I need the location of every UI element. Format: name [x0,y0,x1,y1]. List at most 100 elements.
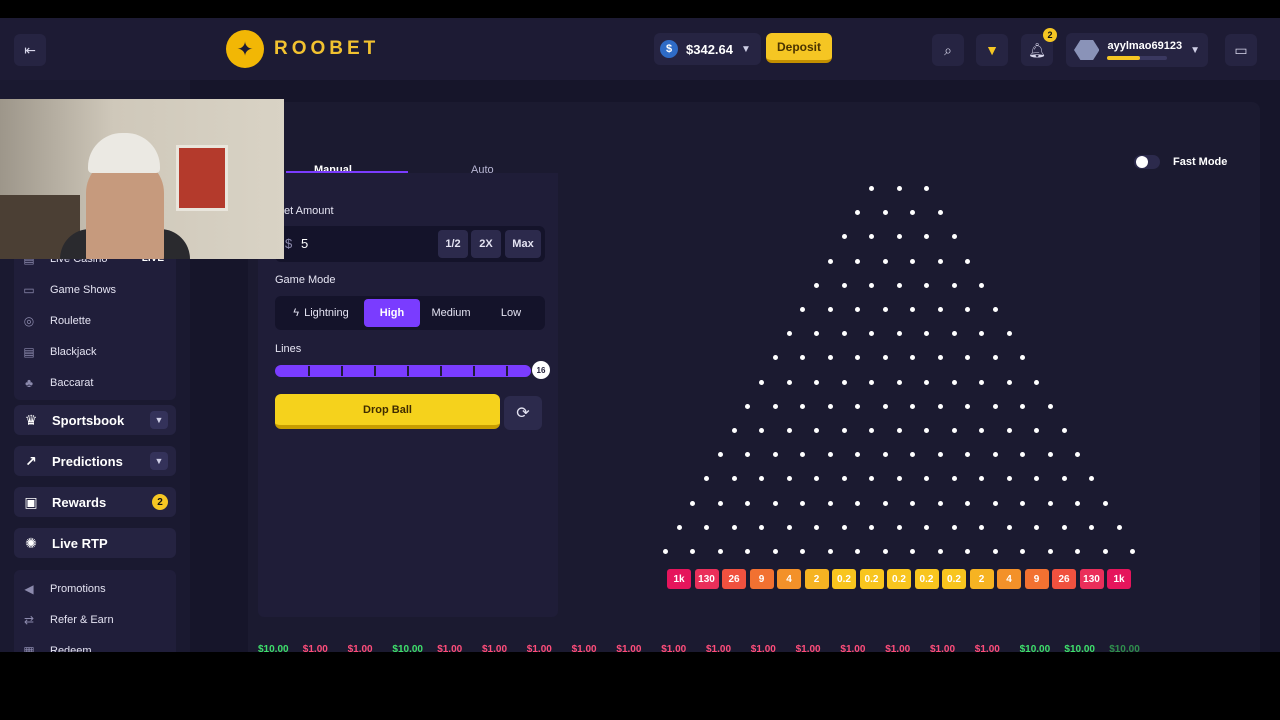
plinko-peg [1020,452,1026,458]
plinko-peg [1020,355,1026,361]
plinko-peg [869,186,874,191]
plinko-peg [1047,549,1053,554]
fast-mode-toggle[interactable] [1134,155,1160,169]
gift-icon: ▣ [24,493,38,510]
sidebar-item-blackjack[interactable]: ▤ Blackjack [14,336,176,367]
max-bet-button[interactable]: Max [505,230,541,258]
sidebar-item-baccarat[interactable]: ♣ Baccarat [14,367,176,398]
plinko-peg [869,282,874,288]
plinko-peg [965,500,971,506]
chevron-down-icon[interactable]: ▼ [150,411,168,429]
lines-slider-handle[interactable]: 16 [532,361,550,379]
deposit-button[interactable]: Deposit [766,33,832,63]
plinko-peg [745,452,751,458]
plinko-peg [937,403,943,409]
sidebar-item-sportsbook[interactable]: ♛ Sportsbook ▼ [14,405,176,435]
plinko-peg [882,307,888,312]
bet-amount-input[interactable]: 5 [301,236,308,251]
sidebar-item-game-shows[interactable]: ▭ Game Shows [14,274,176,305]
half-bet-button[interactable]: 1/2 [438,230,468,258]
plinko-peg [951,524,957,530]
tab-manual[interactable]: Manual [314,164,352,176]
plinko-peg [772,500,778,506]
plinko-peg [979,476,984,482]
plinko-peg [965,403,971,409]
plinko-peg [772,403,778,409]
plinko-peg [841,379,847,385]
auto-refresh-button[interactable]: ⟳ [504,396,542,430]
plinko-peg [882,500,888,506]
plinko-peg [992,500,998,506]
sidebar-item-rewards[interactable]: ▣ Rewards 2 [14,487,176,517]
gift-button[interactable]: ▼ [976,34,1008,66]
sidebar-item-refer-earn[interactable]: ⇄ Refer & Earn [14,604,176,635]
slider-tick [341,366,343,376]
plinko-peg [800,500,806,506]
plinko-peg [896,186,902,191]
plinko-peg [1102,500,1108,506]
plinko-peg [882,355,888,361]
user-menu[interactable]: ayylmao69123 ▼ [1066,33,1208,67]
sidebar-item-label: Blackjack [50,345,97,358]
plinko-peg [662,549,668,554]
plinko-peg [800,403,806,409]
rewards-count-badge: 2 [152,494,168,510]
mode-low-button[interactable]: Low [482,299,540,327]
sidebar-item-live-rtp[interactable]: ✺ Live RTP [14,528,176,558]
plinko-peg [841,476,847,482]
plinko-peg [1089,476,1094,482]
casino-group: ▤Live CasinoLIVE▭Game Shows◎Roulette▤Bla… [14,240,176,400]
chat-button[interactable]: ▭ [1225,34,1257,66]
sidebar-item-roulette[interactable]: ◎ Roulette [14,305,176,336]
kangaroo-logo-icon: ✦ [226,30,264,68]
brand-logo[interactable]: ✦ ROOBET [226,30,379,68]
tab-auto[interactable]: Auto [471,164,494,176]
multiplier-bucket: 130 [694,569,719,589]
plinko-peg [841,234,847,240]
mode-high-button[interactable]: High [364,299,420,327]
chevron-down-icon[interactable]: ▼ [150,452,168,470]
plinko-peg [827,549,833,554]
username: ayylmao69123 [1107,40,1183,52]
plinko-peg [896,331,902,337]
plinko-peg [759,379,764,385]
mode-medium-button[interactable]: Medium [420,299,482,327]
bet-amount-field[interactable]: $ 5 1/2 2X Max [275,226,545,262]
bet-amount-label: et Amount [284,205,334,217]
plinko-peg [992,307,998,312]
plinko-peg [841,331,847,337]
drop-ball-button[interactable]: Drop Ball [275,394,500,429]
fast-mode-label: Fast Mode [1173,156,1228,168]
plinko-peg [896,476,902,482]
sidebar-item-promotions[interactable]: ◀ Promotions [14,573,176,604]
slider-tick [308,366,310,376]
plinko-peg [814,282,819,288]
collapse-icon: ⇤ [24,41,36,58]
slider-tick [440,366,442,376]
sidebar-item-predictions[interactable]: ↗ Predictions ▼ [14,446,176,476]
plinko-peg [924,379,929,385]
plinko-peg [924,234,929,240]
lines-slider-track[interactable] [275,365,531,377]
plinko-peg [910,210,916,216]
double-bet-button[interactable]: 2X [471,230,501,258]
plinko-peg [731,476,737,482]
plinko-peg [910,500,916,506]
mode-label: Lightning [304,307,349,319]
collapse-sidebar-button[interactable]: ⇤ [14,34,46,66]
mode-lightning-button[interactable]: ϟ Lightning [278,299,364,327]
plinko-peg [814,476,819,482]
app-screen: ⇤ ✦ ROOBET $ $342.64 ▼ Deposit ⌕ ▼ 🔔︎ 2 … [0,18,1280,670]
plinko-peg [869,524,874,530]
notifications-button[interactable]: 🔔︎ 2 [1021,28,1057,66]
plinko-peg [1006,331,1012,337]
plinko-peg [869,476,874,482]
plinko-peg [717,452,723,458]
plinko-peg [1047,452,1053,458]
search-button[interactable]: ⌕ [932,34,964,66]
wallet-balance-dropdown[interactable]: $ $342.64 ▼ [654,33,761,65]
plinko-peg [1075,549,1081,554]
plinko-peg [814,331,819,337]
multiplier-bucket: 0.2 [859,569,884,589]
plinko-peg [1047,403,1053,409]
